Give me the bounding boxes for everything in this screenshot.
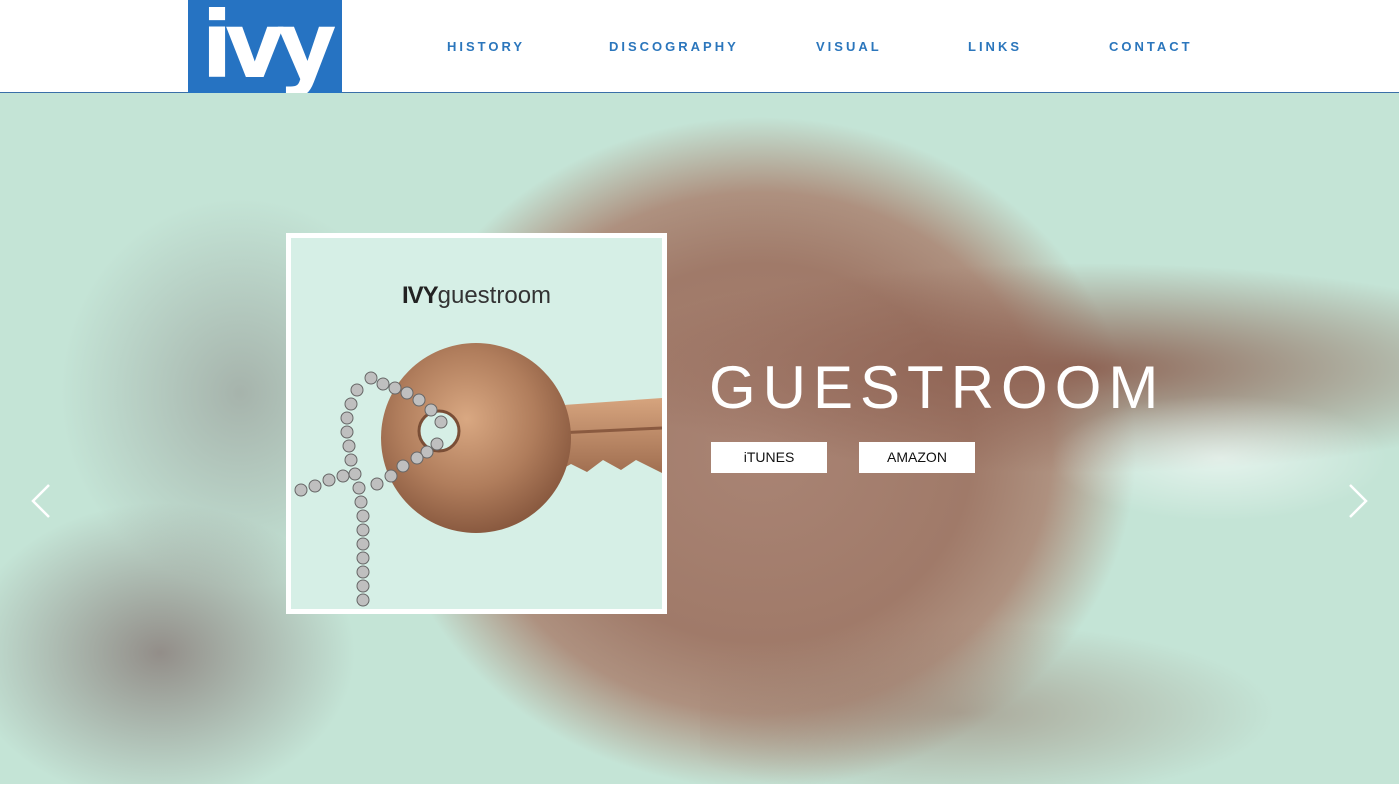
album-cover: IVYguestroom [286,233,667,614]
itunes-button[interactable]: iTUNES [711,442,827,473]
ivy-logo[interactable]: ivy [188,0,342,93]
nav-visual[interactable]: VISUAL [816,39,882,54]
chevron-left-icon [31,484,50,518]
prev-slide-button[interactable] [29,483,53,519]
nav-history[interactable]: HISTORY [447,39,525,54]
nav-discography[interactable]: DISCOGRAPHY [609,39,739,54]
album-title: GUESTROOM [709,354,1166,421]
hero-background-shade [700,563,1399,784]
hero-slider: IVYguestroom GUESTROOM iTUNES AMAZON [0,93,1399,784]
key-illustration [294,343,662,607]
next-slide-button[interactable] [1346,483,1370,519]
key-head [381,343,571,533]
site-header: ivy HISTORY DISCOGRAPHY VISUAL LINKS CON… [0,0,1399,93]
logo-text: ivy [201,0,337,93]
amazon-button[interactable]: AMAZON [859,442,975,473]
page: ivy HISTORY DISCOGRAPHY VISUAL LINKS CON… [0,0,1399,786]
album-art: IVYguestroom [291,238,662,609]
chevron-right-icon [1349,484,1368,518]
nav-links[interactable]: LINKS [968,39,1022,54]
nav-contact[interactable]: CONTACT [1109,39,1193,54]
